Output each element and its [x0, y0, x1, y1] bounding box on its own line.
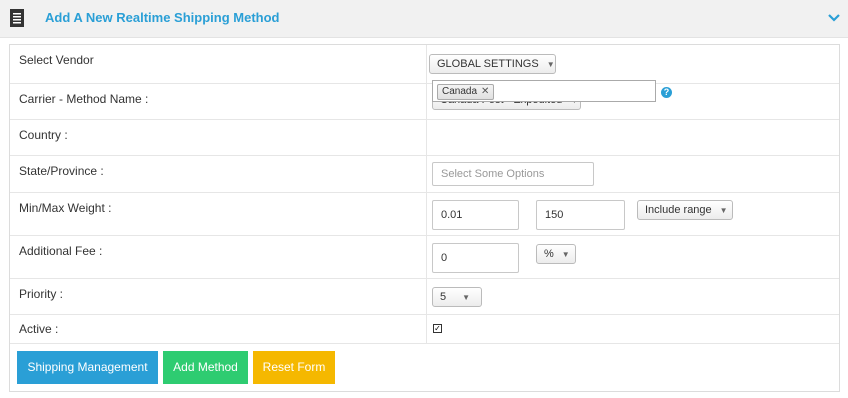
- fee-row: Additional Fee :: [10, 236, 839, 279]
- section-header[interactable]: Add A New Realtime Shipping Method: [0, 0, 848, 38]
- state-multiselect[interactable]: Select Some Options: [432, 162, 594, 186]
- priority-value: 5: [440, 291, 447, 303]
- vendor-select-value: GLOBAL SETTINGS: [437, 58, 539, 70]
- caret-down-icon: ▼: [719, 206, 728, 215]
- vendor-label: Select Vendor: [19, 53, 94, 67]
- carrier-row: Carrier - Method Name :: [10, 84, 839, 120]
- fee-unit-select[interactable]: % ▼: [536, 244, 576, 264]
- add-method-button[interactable]: Add Method: [163, 351, 248, 384]
- caret-down-icon: ▼: [546, 60, 555, 69]
- vendor-select[interactable]: GLOBAL SETTINGS ▼: [429, 54, 556, 74]
- fee-value: 0: [441, 252, 448, 264]
- country-tag-label: Canada: [442, 86, 478, 97]
- help-icon[interactable]: ?: [661, 87, 672, 98]
- max-weight-input[interactable]: 150: [536, 200, 625, 230]
- active-checkbox[interactable]: ✓: [433, 324, 442, 333]
- document-icon: [10, 9, 24, 27]
- priority-row: Priority :: [10, 279, 839, 315]
- caret-down-icon: ▼: [561, 250, 570, 259]
- shipping-management-label: Shipping Management: [27, 360, 148, 374]
- fee-input[interactable]: 0: [432, 243, 519, 273]
- fee-label: Additional Fee :: [19, 244, 103, 258]
- shipping-management-button[interactable]: Shipping Management: [17, 351, 158, 384]
- active-row: Active :: [10, 315, 839, 344]
- active-label: Active :: [19, 322, 59, 336]
- country-row: Country :: [10, 120, 839, 156]
- remove-tag-icon[interactable]: ✕: [481, 86, 489, 97]
- max-weight-value: 150: [545, 209, 564, 221]
- priority-select[interactable]: 5 ▼: [432, 287, 482, 307]
- country-multiselect[interactable]: Canada ✕: [432, 80, 656, 102]
- country-tag[interactable]: Canada ✕: [437, 84, 495, 100]
- country-label: Country :: [19, 128, 68, 142]
- chevron-down-icon[interactable]: [828, 13, 840, 23]
- fee-unit-value: %: [544, 248, 554, 260]
- carrier-label: Carrier - Method Name :: [19, 92, 149, 106]
- state-label: State/Province :: [19, 164, 104, 178]
- reset-form-label: Reset Form: [262, 360, 326, 374]
- range-select-value: Include range: [645, 204, 712, 216]
- min-weight-input[interactable]: 0.01: [432, 200, 519, 230]
- priority-label: Priority :: [19, 287, 64, 301]
- vendor-row: Select Vendor: [10, 45, 839, 84]
- caret-down-icon: ▼: [462, 293, 471, 302]
- range-select[interactable]: Include range ▼: [637, 200, 733, 220]
- min-weight-value: 0.01: [441, 209, 463, 221]
- state-placeholder: Select Some Options: [441, 168, 545, 180]
- state-row: State/Province :: [10, 156, 839, 193]
- reset-form-button[interactable]: Reset Form: [253, 351, 335, 384]
- add-method-label: Add Method: [173, 360, 238, 374]
- weight-label: Min/Max Weight :: [19, 201, 112, 215]
- section-title[interactable]: Add A New Realtime Shipping Method: [45, 10, 279, 25]
